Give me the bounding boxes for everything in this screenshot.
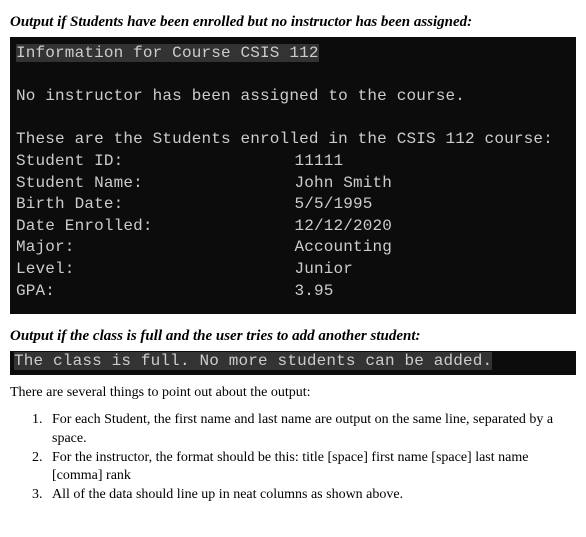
caption-no-instructor: Output if Students have been enrolled bu… — [10, 14, 576, 31]
terminal-noinstructor: No instructor has been assigned to the c… — [16, 87, 465, 105]
row-label: Major: — [16, 237, 294, 259]
row-value: 3.95 — [294, 281, 333, 303]
student-row: Student Name:John Smith — [16, 173, 570, 195]
row-value: John Smith — [294, 173, 392, 195]
closing-text: There are several things to point out ab… — [10, 385, 576, 401]
row-value: Accounting — [294, 237, 392, 259]
student-row: Level:Junior — [16, 259, 570, 281]
row-label: Level: — [16, 259, 294, 281]
row-value: 11111 — [294, 151, 343, 173]
list-item: For each Student, the first name and las… — [46, 411, 576, 449]
list-item: All of the data should line up in neat c… — [46, 486, 576, 505]
row-value: Junior — [294, 259, 353, 281]
row-label: Student ID: — [16, 151, 294, 173]
row-value: 12/12/2020 — [294, 216, 392, 238]
student-row: Birth Date:5/5/1995 — [16, 194, 570, 216]
student-row: Student ID:11111 — [16, 151, 570, 173]
student-row: Date Enrolled:12/12/2020 — [16, 216, 570, 238]
row-label: Student Name: — [16, 173, 294, 195]
row-label: Date Enrolled: — [16, 216, 294, 238]
output-notes-list: For each Student, the first name and las… — [32, 411, 576, 505]
student-row: GPA:3.95 — [16, 281, 570, 303]
terminal-students-heading: These are the Students enrolled in the C… — [16, 130, 553, 148]
terminal-output-1: Information for Course CSIS 112 No instr… — [10, 37, 576, 314]
row-value: 5/5/1995 — [294, 194, 372, 216]
row-label: Birth Date: — [16, 194, 294, 216]
student-row: Major:Accounting — [16, 237, 570, 259]
caption-class-full: Output if the class is full and the user… — [10, 328, 576, 345]
terminal-heading: Information for Course CSIS 112 — [16, 44, 319, 62]
terminal-output-2: The class is full. No more students can … — [10, 351, 576, 375]
row-label: GPA: — [16, 281, 294, 303]
terminal-classfull-line: The class is full. No more students can … — [14, 352, 492, 370]
list-item: For the instructor, the format should be… — [46, 449, 576, 487]
